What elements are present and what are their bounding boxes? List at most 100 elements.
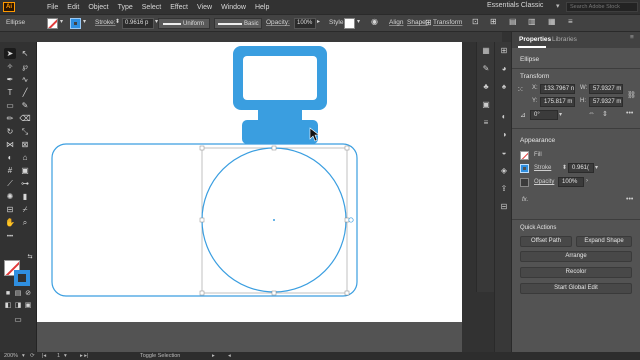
paintbrush-icon[interactable]: ✎ <box>19 100 31 111</box>
x-field[interactable]: 133.7967 n <box>540 84 575 94</box>
gradient-icon[interactable]: ▣ <box>19 165 31 176</box>
stroke-stepper-icon[interactable]: ⬍ <box>562 164 567 171</box>
angle-chevron-icon[interactable]: ▾ <box>559 111 562 118</box>
first-artboard-icon[interactable]: |◂ <box>42 353 46 359</box>
panel-menu-icon[interactable]: ≡ <box>568 17 573 26</box>
workspace-switcher[interactable]: Essentials Classic <box>487 2 543 9</box>
artboard-icon[interactable]: ⊟ <box>4 204 16 215</box>
stroke-dropdown-chevron-icon[interactable]: ▾ <box>83 18 86 25</box>
graphic-style-swatch[interactable] <box>344 18 355 29</box>
bounding-box-icon[interactable]: ⊞ <box>490 17 497 26</box>
symbols-panel-icon[interactable]: ♣ <box>481 82 491 92</box>
menu-view[interactable]: View <box>197 4 212 11</box>
symbol-sprayer-icon[interactable]: ✺ <box>4 191 16 202</box>
magic-wand-icon[interactable]: ✧ <box>4 61 16 72</box>
shape-options-icon[interactable]: ⊞ <box>425 18 432 27</box>
panel-menu-icon[interactable]: ≡ <box>630 34 634 41</box>
toolbar-stroke-swatch[interactable] <box>14 270 30 286</box>
menu-select[interactable]: Select <box>142 4 161 11</box>
effects-fx-button[interactable]: fx. <box>522 197 528 203</box>
opacity-field[interactable]: 100% <box>294 18 316 29</box>
more-options-icon[interactable]: ••• <box>626 110 633 117</box>
arrange-documents-icon[interactable]: ▦ <box>548 17 556 26</box>
curvature-icon[interactable]: ∿ <box>19 74 31 85</box>
chevron-down-icon[interactable]: ▾ <box>556 2 560 10</box>
arrange-button[interactable]: Arrange <box>520 251 632 262</box>
tab-properties[interactable]: Properties <box>519 36 551 43</box>
handle-top-center[interactable] <box>271 145 277 151</box>
rotate-icon[interactable]: ↻ <box>4 126 16 137</box>
slice-icon[interactable]: ⌿ <box>19 204 31 215</box>
brush-definition-dropdown[interactable]: Basic <box>214 18 262 29</box>
menu-object[interactable]: Object <box>88 4 108 11</box>
appearance-fill-swatch[interactable] <box>520 151 529 160</box>
none-mode-icon[interactable]: ⊘ <box>22 288 34 299</box>
scale-icon[interactable]: ⤡ <box>19 126 31 137</box>
swap-fill-stroke-icon[interactable]: ⇆ <box>24 252 36 263</box>
stroke-swatch[interactable] <box>70 18 81 29</box>
variable-width-profile-dropdown[interactable]: Uniform <box>158 18 210 29</box>
pen-icon[interactable]: ✒ <box>4 74 16 85</box>
eraser-icon[interactable]: ⌫ <box>19 113 31 124</box>
appearance-panel-icon[interactable]: ◐ <box>499 112 509 122</box>
pie-widget-handle[interactable] <box>348 217 354 223</box>
handle-top-left[interactable] <box>199 145 205 151</box>
recolor-artwork-icon[interactable]: ◉ <box>371 17 378 26</box>
handle-bottom-left[interactable] <box>199 290 205 296</box>
more-appearance-options-icon[interactable]: ••• <box>626 196 633 203</box>
swatches-panel-icon[interactable]: ▦ <box>481 46 491 56</box>
menu-file[interactable]: File <box>47 4 58 11</box>
reference-point-icon[interactable]: ⁙ <box>517 85 524 94</box>
zoom-chevron-icon[interactable]: ▾ <box>22 353 25 359</box>
transform-button[interactable]: Transform <box>433 19 462 26</box>
status-arrow-icon[interactable]: ▸ <box>212 353 215 359</box>
handle-top-right[interactable] <box>344 145 350 151</box>
style-chevron-icon[interactable]: ▾ <box>357 18 360 25</box>
fill-dropdown-chevron-icon[interactable]: ▾ <box>60 18 63 25</box>
handle-bottom-right[interactable] <box>344 290 350 296</box>
offset-path-button[interactable]: Offset Path <box>520 236 572 247</box>
handle-middle-right[interactable] <box>344 217 350 223</box>
stroke-weight-chevron-icon[interactable]: ▾ <box>595 164 598 171</box>
handle-middle-left[interactable] <box>199 217 205 223</box>
zoom-icon[interactable]: ⌕ <box>19 217 31 228</box>
perspective-icon[interactable]: ⌂ <box>19 152 31 163</box>
type-icon[interactable]: T <box>4 87 16 98</box>
stroke-label[interactable]: Stroke: <box>95 19 116 26</box>
appearance-stroke-field[interactable]: 0.961( <box>568 163 594 173</box>
graphic-styles-panel-icon[interactable]: ▣ <box>481 100 491 110</box>
zoom-level[interactable]: 200% <box>4 353 18 359</box>
align-options-icon[interactable]: ▤ <box>509 17 517 26</box>
artboard-chevron-icon[interactable]: ▾ <box>64 353 67 359</box>
handle-bottom-center[interactable] <box>271 290 277 296</box>
next-artboard-icon[interactable]: ▸ ▸| <box>80 353 88 359</box>
color-guide-panel-icon[interactable]: ♠ <box>499 82 509 92</box>
canvas-area[interactable] <box>37 42 462 352</box>
flip-horizontal-icon[interactable]: ⇔ <box>588 110 595 117</box>
edit-toolbar-icon[interactable]: ••• <box>4 232 16 243</box>
menu-window[interactable]: Window <box>221 4 246 11</box>
isolate-object-icon[interactable]: ⊡ <box>472 17 479 26</box>
stroke-stepper-icon[interactable]: ⬍ <box>115 18 120 25</box>
status-scroll-left-icon[interactable]: ◂ <box>228 353 231 359</box>
artboard-number[interactable]: 1 <box>57 353 60 359</box>
constrain-proportions-icon[interactable]: ⛓ <box>627 91 636 99</box>
brushes-panel-icon[interactable]: ✎ <box>481 64 491 74</box>
opacity-label[interactable]: Opacity: <box>266 19 290 26</box>
draw-inside-icon[interactable]: ▣ <box>22 300 34 311</box>
fill-swatch[interactable] <box>47 18 58 29</box>
blend-icon[interactable]: ⊶ <box>19 178 31 189</box>
menu-edit[interactable]: Edit <box>67 4 79 11</box>
angle-field[interactable]: 0° <box>530 110 558 120</box>
recolor-button[interactable]: Recolor <box>520 267 632 278</box>
color-panel-icon[interactable]: ◕ <box>499 64 509 74</box>
mesh-icon[interactable]: # <box>4 165 16 176</box>
menu-type[interactable]: Type <box>118 4 133 11</box>
appearance-stroke-swatch[interactable] <box>520 164 529 173</box>
pencil-icon[interactable]: ✏ <box>4 113 16 124</box>
appearance-opacity-field[interactable]: 100% <box>558 177 584 187</box>
flip-vertical-icon[interactable]: ⇕ <box>602 110 608 118</box>
line-icon[interactable]: ╱ <box>19 87 31 98</box>
gradient-panel-icon[interactable]: ◑ <box>499 130 509 140</box>
column-graph-icon[interactable]: ▮ <box>19 191 31 202</box>
